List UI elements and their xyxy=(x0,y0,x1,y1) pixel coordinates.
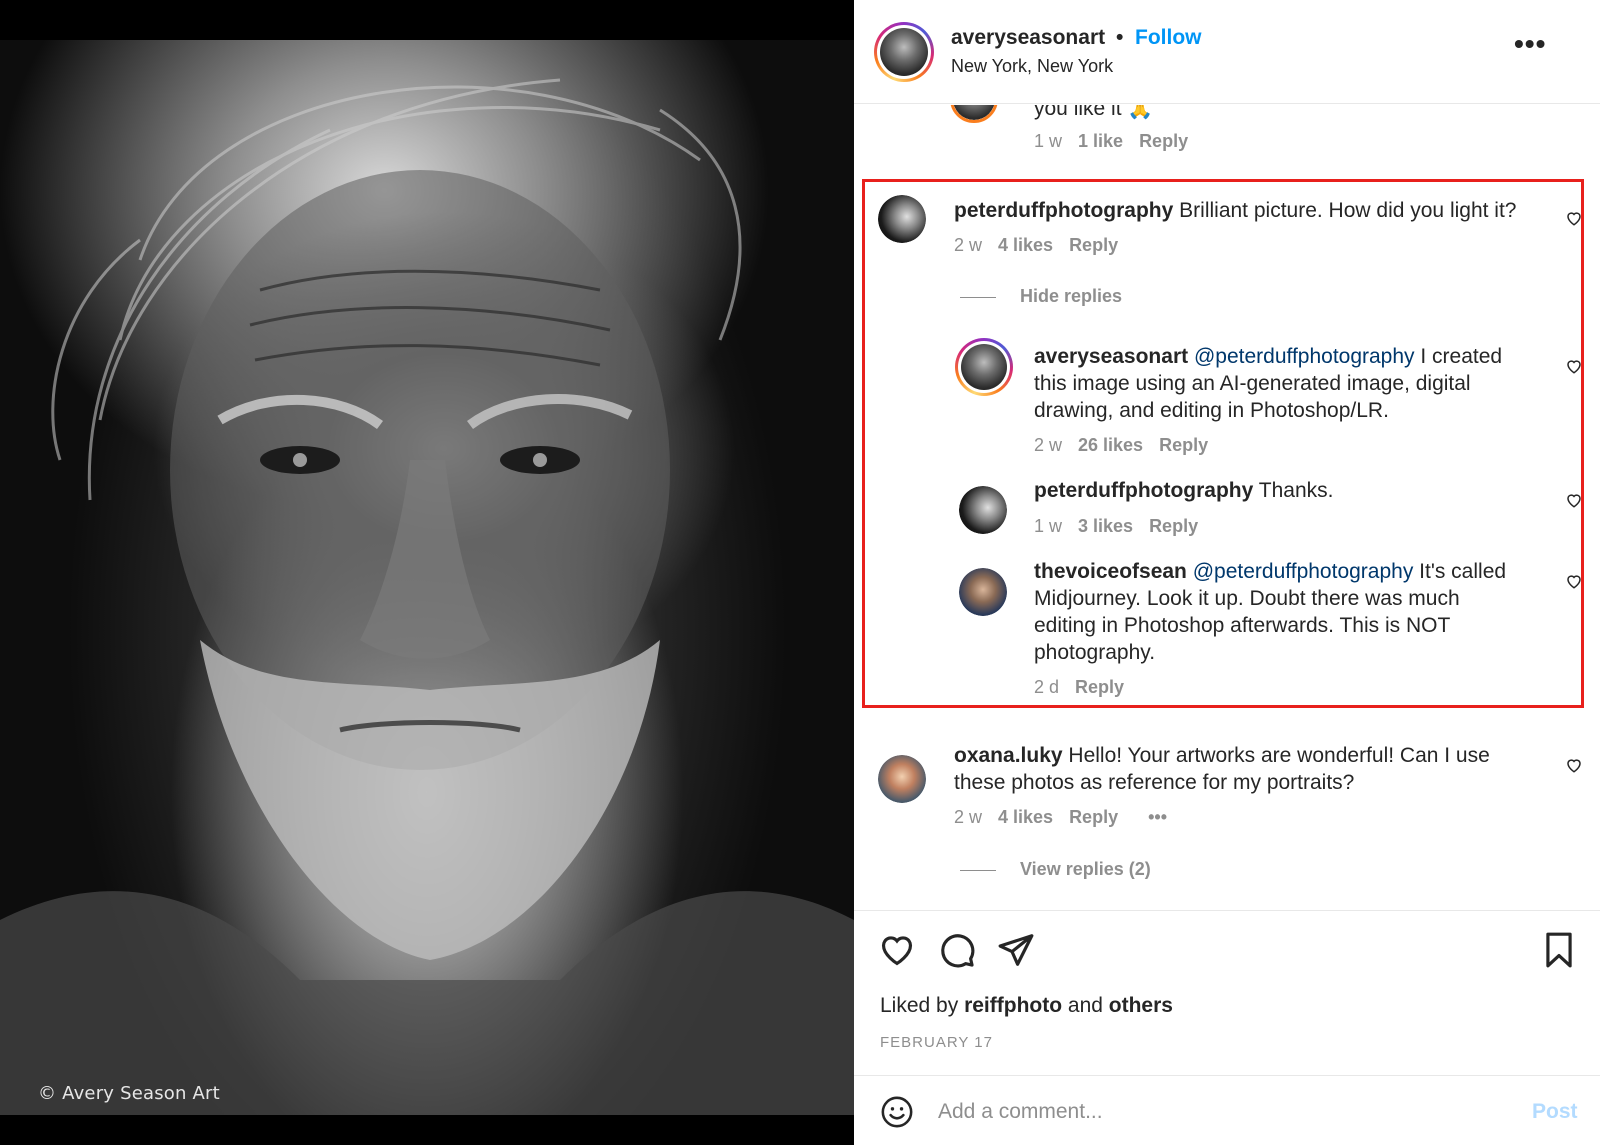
comment-text: peterduffphotography Brilliant picture. … xyxy=(954,197,1544,224)
reply-mention[interactable]: @peterduffphotography xyxy=(1193,560,1414,583)
reply-body-2: this image using an AI-generated image, … xyxy=(1034,372,1471,395)
reply-avatar[interactable] xyxy=(959,486,1007,534)
liked-by-user[interactable]: reiffphoto xyxy=(964,994,1062,1017)
replies-divider-line xyxy=(960,297,996,298)
reply-meta: 1 w 3 likes Reply xyxy=(1034,516,1214,537)
reply-button[interactable]: Reply xyxy=(1139,131,1188,151)
like-reply-heart-icon[interactable] xyxy=(1565,491,1583,509)
reply-text: averyseasonart @peterduffphotography I c… xyxy=(1034,343,1554,424)
post-header: averyseasonart • Follow New York, New Yo… xyxy=(854,0,1600,104)
comment-likes[interactable]: 4 likes xyxy=(998,235,1053,255)
follow-button[interactable]: Follow xyxy=(1135,26,1202,50)
post-date[interactable]: FEBRUARY 17 xyxy=(880,1034,993,1051)
comment-time: 2 w xyxy=(954,235,983,255)
post-location[interactable]: New York, New York xyxy=(951,56,1113,77)
post-photo-pane: © Avery Season Art xyxy=(0,0,854,1145)
portrait-illustration xyxy=(0,78,854,1115)
comments-list[interactable]: you like it 🙏 1 w 1 like Reply peterduffph… xyxy=(854,105,1600,910)
post-side-panel: averyseasonart • Follow New York, New Yo… xyxy=(854,0,1600,1145)
reply-body: Thanks. xyxy=(1258,479,1334,502)
comment-username[interactable]: oxana.luky xyxy=(954,744,1063,767)
author-username[interactable]: averyseasonart xyxy=(951,26,1105,50)
reply-body-3: drawing, and editing in Photoshop/LR. xyxy=(1034,399,1389,422)
comment-body-2: these photos as reference for my portrai… xyxy=(954,771,1355,794)
comment-body-1: Hello! Your artworks are wonderful! Can … xyxy=(1068,744,1490,767)
reply-avatar[interactable] xyxy=(959,568,1007,616)
comment-meta: 2 w 4 likes Reply ••• xyxy=(954,807,1183,828)
reply-body-3: editing in Photoshop afterwards. This is… xyxy=(1034,614,1451,637)
add-comment-bar: Post xyxy=(854,1075,1600,1145)
reply-username[interactable]: averyseasonart xyxy=(1034,345,1188,368)
comment-bubble-icon[interactable] xyxy=(938,931,976,969)
post-actions: Liked by reiffphoto and others FEBRUARY … xyxy=(854,910,1600,1145)
portrait-photo[interactable] xyxy=(0,40,854,1115)
reply-meta: 2 d Reply xyxy=(1034,677,1140,698)
reply-likes[interactable]: 3 likes xyxy=(1078,516,1133,536)
reply-button[interactable]: Reply xyxy=(1069,235,1118,255)
like-reply-heart-icon[interactable] xyxy=(1565,357,1583,375)
comment-options-icon[interactable]: ••• xyxy=(1148,807,1167,827)
reply-body-1: I created xyxy=(1420,345,1503,368)
reply-time: 1 w xyxy=(1034,516,1063,536)
comment-text: you like it 🙏 xyxy=(1034,105,1154,120)
emoji-smiley-icon[interactable] xyxy=(880,1095,914,1129)
comment-text: oxana.luky Hello! Your artworks are wond… xyxy=(954,742,1554,796)
comment-username[interactable]: peterduffphotography xyxy=(954,199,1173,222)
comment-time: 2 w xyxy=(954,807,983,827)
view-replies-button[interactable]: View replies (2) xyxy=(1020,859,1151,880)
liked-by-and: and xyxy=(1067,994,1103,1017)
like-reply-heart-icon[interactable] xyxy=(1565,572,1583,590)
comment-avatar[interactable] xyxy=(950,105,998,123)
reply-body-4: photography. xyxy=(1034,641,1156,664)
comment-likes[interactable]: 1 like xyxy=(1078,131,1123,151)
more-horizontal-icon[interactable]: ••• xyxy=(1514,28,1546,60)
author-avatar[interactable] xyxy=(874,22,934,82)
like-heart-icon[interactable] xyxy=(878,931,916,969)
comment-likes[interactable]: 4 likes xyxy=(998,807,1053,827)
reply-button[interactable]: Reply xyxy=(1149,516,1198,536)
reply-text: peterduffphotography Thanks. xyxy=(1034,477,1554,504)
comment-time: 1 w xyxy=(1034,131,1063,151)
reply-mention[interactable]: @peterduffphotography xyxy=(1194,345,1415,368)
reply-button[interactable]: Reply xyxy=(1069,807,1118,827)
reply-body-2: Midjourney. Look it up. Doubt there was … xyxy=(1034,587,1460,610)
liked-by-prefix: Liked by xyxy=(880,994,959,1017)
comment-avatar[interactable] xyxy=(878,755,926,803)
reply-time: 2 w xyxy=(1034,435,1063,455)
reply-likes[interactable]: 26 likes xyxy=(1078,435,1143,455)
comment-meta: 1 w 1 like Reply xyxy=(1034,131,1204,152)
separator-dot: • xyxy=(1116,26,1124,49)
bookmark-save-icon[interactable] xyxy=(1542,931,1576,969)
post-comment-button[interactable]: Post xyxy=(1532,1100,1578,1124)
reply-time: 2 d xyxy=(1034,677,1060,697)
share-paper-plane-icon[interactable] xyxy=(997,931,1035,969)
reply-username[interactable]: thevoiceofsean xyxy=(1034,560,1187,583)
liked-by-others[interactable]: others xyxy=(1109,994,1173,1017)
comment-meta: 2 w 4 likes Reply xyxy=(954,235,1134,256)
comment-body: Brilliant picture. How did you light it? xyxy=(1179,199,1517,222)
add-comment-input[interactable] xyxy=(938,1096,1498,1128)
reply-username[interactable]: peterduffphotography xyxy=(1034,479,1253,502)
reply-body-1: It's called xyxy=(1419,560,1507,583)
liked-by-text: Liked by reiffphoto and others xyxy=(880,994,1173,1018)
reply-text: thevoiceofsean @peterduffphotography It'… xyxy=(1034,558,1554,666)
replies-divider-line xyxy=(960,870,996,871)
hide-replies-button[interactable]: Hide replies xyxy=(1020,286,1122,307)
reply-button[interactable]: Reply xyxy=(1075,677,1124,697)
reply-meta: 2 w 26 likes Reply xyxy=(1034,435,1224,456)
reply-avatar[interactable] xyxy=(955,338,1013,396)
comment-avatar[interactable] xyxy=(878,195,926,243)
reply-button[interactable]: Reply xyxy=(1159,435,1208,455)
like-comment-heart-icon[interactable] xyxy=(1565,209,1583,227)
photo-credit: © Avery Season Art xyxy=(38,1083,220,1104)
like-comment-heart-icon[interactable] xyxy=(1565,756,1583,774)
